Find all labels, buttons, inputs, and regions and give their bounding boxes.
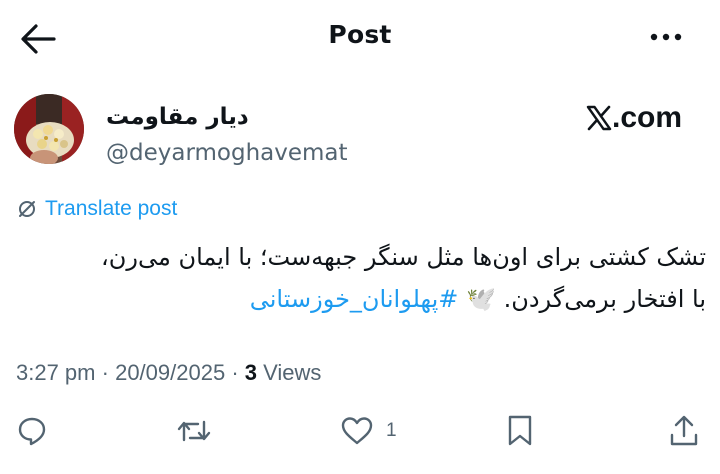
author-name[interactable]: دیار مقاومت bbox=[106, 104, 249, 130]
translate-label: Translate post bbox=[45, 197, 178, 220]
meta-separator: · bbox=[231, 360, 239, 385]
post-time[interactable]: 3:27 pm bbox=[16, 360, 96, 385]
repost-icon bbox=[177, 420, 211, 442]
post-text-fragment: با افتخار برمی‌گردن. bbox=[503, 285, 706, 313]
reply-icon bbox=[18, 417, 46, 446]
bookmark-button[interactable] bbox=[506, 414, 534, 448]
views-label: Views bbox=[263, 360, 322, 385]
post-text: تشک کشتی برای اون‌ها مثل سنگر جبهه‌ست؛ ب… bbox=[100, 236, 706, 320]
author-handle[interactable]: @deyarmoghavemat bbox=[106, 140, 348, 166]
meta-separator: · bbox=[101, 360, 109, 385]
source-logo: .com bbox=[586, 101, 682, 135]
post-date[interactable]: 20/09/2025 bbox=[115, 360, 225, 385]
like-button[interactable]: 1 bbox=[340, 414, 397, 448]
page-title: Post bbox=[328, 20, 392, 49]
x-logo-icon bbox=[586, 105, 612, 131]
more-horizontal-icon bbox=[650, 33, 682, 41]
more-options-button[interactable] bbox=[646, 24, 686, 50]
post-text-line: تشک کشتی برای اون‌ها مثل سنگر جبهه‌ست؛ ب… bbox=[101, 243, 706, 271]
views-count: 3 bbox=[244, 360, 258, 385]
translate-icon bbox=[19, 201, 35, 217]
repost-button[interactable] bbox=[176, 414, 212, 448]
post-text-line: با افتخار برمی‌گردن. 🕊️ #پهلوانان_خوزستا… bbox=[100, 278, 706, 320]
hashtag-link[interactable]: #پهلوانان_خوزستانی bbox=[250, 285, 459, 313]
reply-button[interactable] bbox=[16, 414, 48, 448]
source-logo-text: .com bbox=[612, 101, 683, 134]
like-icon bbox=[341, 417, 373, 445]
share-icon bbox=[670, 415, 698, 446]
bookmark-icon bbox=[508, 415, 532, 446]
post-meta: 3:27 pm · 20/09/2025 · 3 Views bbox=[16, 360, 321, 386]
dove-emoji: 🕊️ bbox=[466, 285, 496, 313]
like-count: 1 bbox=[386, 420, 397, 441]
translate-post-link[interactable]: Translate post bbox=[16, 197, 177, 221]
share-button[interactable] bbox=[668, 414, 700, 448]
avatar[interactable] bbox=[14, 94, 84, 164]
